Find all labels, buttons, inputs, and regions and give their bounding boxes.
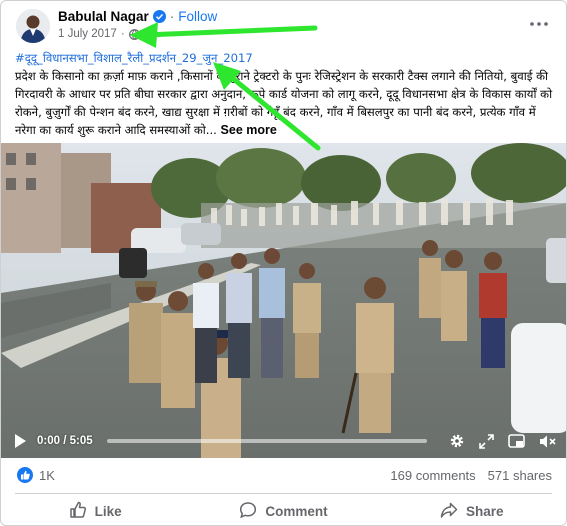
post-stats: 1K 169 comments 571 shares (1, 463, 566, 489)
like-button[interactable]: Like (1, 495, 189, 525)
settings-gear-icon[interactable] (449, 433, 465, 449)
follow-button[interactable]: Follow (178, 9, 217, 24)
verified-badge-icon (152, 10, 166, 23)
post-caption: #दूदू_विधानसभा_विशाल_रैली_प्रदर्शन_29_जु… (15, 49, 555, 139)
picture-in-picture-icon[interactable] (508, 433, 525, 449)
comment-button[interactable]: Comment (189, 495, 377, 525)
see-more-link[interactable]: See more (221, 123, 277, 137)
video-controls: 0:00 / 5:05 (1, 424, 566, 458)
avatar-image (16, 9, 50, 43)
globe-icon (128, 28, 140, 40)
like-reaction-icon (17, 467, 33, 483)
like-thumb-icon (69, 501, 87, 522)
video-progress-bar[interactable] (106, 439, 427, 443)
share-icon (440, 501, 458, 522)
separator-dot: · (169, 9, 175, 24)
author-line: Babulal Nagar · Follow (58, 9, 217, 24)
caption-text: प्रदेश के किसानो का क़र्ज़ा माफ़ कराने ,… (15, 69, 553, 137)
video-frame (1, 143, 566, 458)
like-label: Like (94, 503, 122, 519)
video-time: 0:00 / 5:05 (37, 435, 93, 447)
share-label: Share (466, 503, 504, 519)
date-separator: · (120, 28, 125, 40)
facebook-post: Babulal Nagar · Follow 1 July 2017 · #दू… (0, 0, 567, 526)
hashtag-link[interactable]: #दूदू_विधानसभा_विशाल_रैली_प्रदर्शन_29_जु… (15, 49, 555, 67)
shares-count[interactable]: 571 shares (488, 468, 552, 483)
post-header: Babulal Nagar · Follow 1 July 2017 · (1, 1, 566, 47)
reaction-count: 1K (39, 467, 55, 483)
comments-count[interactable]: 169 comments (390, 468, 475, 483)
expand-icon[interactable] (479, 433, 494, 449)
engagement-counts: 169 comments 571 shares (390, 468, 552, 483)
author-name[interactable]: Babulal Nagar (58, 9, 149, 24)
video-right-controls (449, 433, 556, 449)
avatar[interactable] (16, 9, 50, 43)
post-date-line: 1 July 2017 · (58, 28, 140, 40)
comment-label: Comment (265, 503, 328, 519)
post-actions: Like Comment Share (1, 495, 566, 525)
share-button[interactable]: Share (378, 495, 566, 525)
actions-divider (15, 493, 552, 494)
reaction-summary[interactable]: 1K (17, 467, 55, 483)
post-date-link[interactable]: 1 July 2017 (58, 28, 117, 40)
more-options-icon[interactable] (526, 13, 552, 35)
play-icon[interactable] (13, 433, 27, 449)
volume-muted-icon[interactable] (539, 434, 556, 449)
comment-icon (239, 501, 257, 522)
video-player[interactable]: 0:00 / 5:05 (1, 143, 566, 458)
